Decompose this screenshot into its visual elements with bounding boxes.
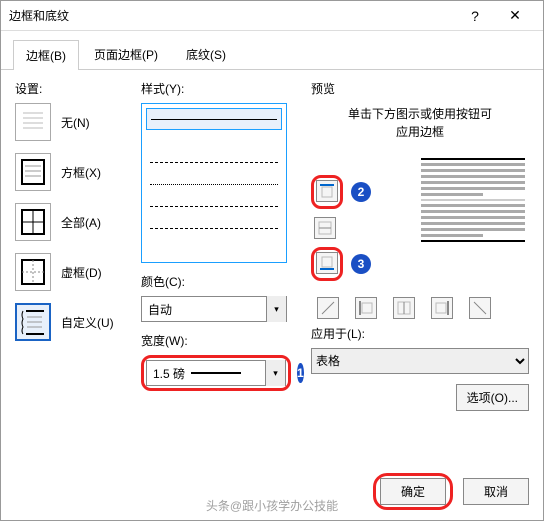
chevron-down-icon[interactable]: ▾ (266, 296, 286, 322)
cancel-button[interactable]: 取消 (463, 478, 529, 505)
style-list[interactable] (141, 103, 287, 263)
border-top-button[interactable] (316, 180, 338, 202)
width-combo[interactable]: 1.5 磅 ▾ (146, 360, 286, 386)
border-bottom-button[interactable] (316, 252, 338, 274)
ok-button[interactable]: 确定 (380, 478, 446, 505)
color-label: 颜色(C): (141, 273, 301, 290)
tab-page-border[interactable]: 页面边框(P) (81, 39, 171, 69)
setting-none[interactable]: 无(N) (15, 103, 141, 141)
tab-shading[interactable]: 底纹(S) (173, 39, 239, 69)
all-icon (15, 203, 51, 241)
setting-grid[interactable]: 虚框(D) (15, 253, 141, 291)
preview-area: 2 3 (311, 149, 529, 319)
preview-label: 预览 (311, 80, 529, 97)
none-icon (15, 103, 51, 141)
color-combo[interactable]: 自动 ▾ (141, 296, 287, 322)
width-highlight: 1.5 磅 ▾ (141, 355, 291, 391)
close-button[interactable]: ✕ (495, 2, 535, 30)
tab-borders[interactable]: 边框(B) (13, 40, 79, 70)
custom-icon (15, 303, 51, 341)
setting-custom[interactable]: 自定义(U) (15, 303, 141, 341)
border-hmid-button[interactable] (314, 217, 336, 239)
setting-box[interactable]: 方框(X) (15, 153, 141, 191)
dialog-title: 边框和底纹 (9, 7, 455, 24)
chevron-down-icon[interactable]: ▾ (265, 360, 285, 386)
border-top-highlight (311, 175, 343, 209)
ok-highlight: 确定 (373, 473, 453, 510)
apply-select[interactable]: 表格 (311, 348, 529, 374)
border-diag2-button[interactable] (469, 297, 491, 319)
border-left-button[interactable] (355, 297, 377, 319)
setting-label: 设置: (15, 80, 141, 97)
help-button[interactable]: ? (455, 2, 495, 30)
badge-3: 3 (351, 254, 371, 274)
width-label: 宽度(W): (141, 332, 301, 349)
box-icon (15, 153, 51, 191)
preview-diagram[interactable] (421, 155, 525, 245)
grid-icon (15, 253, 51, 291)
tab-bar: 边框(B) 页面边框(P) 底纹(S) (1, 31, 543, 70)
setting-all[interactable]: 全部(A) (15, 203, 141, 241)
border-right-button[interactable] (431, 297, 453, 319)
badge-2: 2 (351, 182, 371, 202)
border-bottom-highlight (311, 247, 343, 281)
apply-label: 应用于(L): (311, 325, 529, 342)
preview-hint: 单击下方图示或使用按钮可应用边框 (348, 105, 492, 141)
border-diag1-button[interactable] (317, 297, 339, 319)
style-label: 样式(Y): (141, 80, 301, 97)
options-button[interactable]: 选项(O)... (456, 384, 529, 411)
border-vmid-button[interactable] (393, 297, 415, 319)
